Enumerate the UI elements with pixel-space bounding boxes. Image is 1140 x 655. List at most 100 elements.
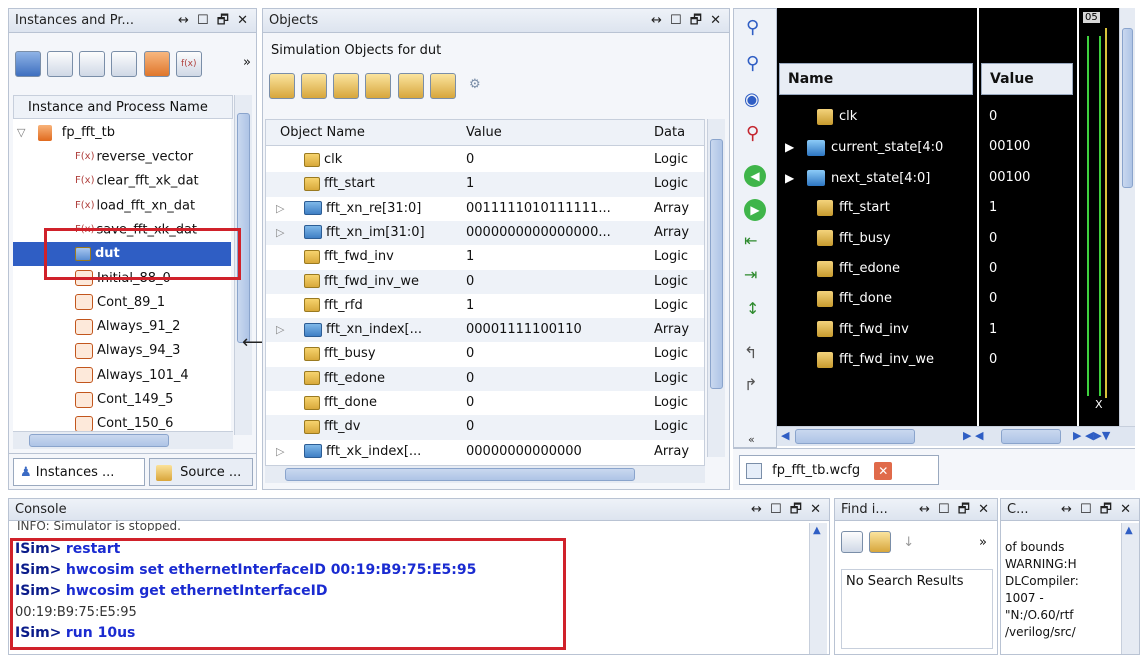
tree-item-7[interactable]: Always_91_2 [13,315,231,339]
tree-item-9[interactable]: Always_101_4 [13,364,231,388]
tree-root[interactable]: ▽ fp_fft_tb [13,121,231,145]
console-scroll-up-icon[interactable]: ▲ [813,525,821,536]
column-value[interactable]: Value [466,120,502,146]
go-to-time-zero-icon[interactable]: ◀ [744,165,766,187]
wave-canvas[interactable]: 05 X [1079,8,1119,426]
wave-signal-row[interactable]: fft_start [777,193,973,223]
tree-item-8[interactable]: Always_94_3 [13,339,231,363]
object-row[interactable]: fft_edone 0 Logic [266,366,704,391]
expand-icon[interactable]: ▷ [276,318,284,342]
objects-filter-icon-2[interactable] [301,73,328,99]
expand-icon[interactable]: ▷ [276,197,284,221]
wave-signal-row[interactable]: fft_fwd_inv_we [777,345,973,375]
objects-filter-icon-1[interactable] [269,73,295,99]
find-down-icon[interactable]: ↓ [903,535,914,550]
instances-toolbar-icon-6[interactable]: f(x) [175,51,202,77]
previous-marker-icon[interactable]: ↰ [744,343,757,362]
wave-name-header[interactable]: Name [779,63,973,95]
compile-scroll-up-icon[interactable]: ▲ [1125,525,1133,536]
object-row[interactable]: fft_done 0 Logic [266,391,704,415]
compile-window-controls[interactable]: ↔ ☐ 🗗 ✕ [1061,499,1133,521]
objects-filter-icon-4[interactable] [365,73,392,99]
objects-filter-icon-6[interactable] [429,73,456,99]
objects-filter-icon-3[interactable] [333,73,360,99]
next-transition-icon[interactable]: ⇥ [744,265,757,284]
wave-signal-row[interactable]: ▶ current_state[4:0 [777,132,973,162]
instances-hscroll[interactable] [13,431,233,449]
object-row[interactable]: ▷ fft_xn_im[31:0] 0000000000000000... Array [266,220,704,246]
toolbar-overflow-icon[interactable]: « [748,433,755,446]
zoom-fit-icon[interactable]: ◉ [744,89,760,110]
wcfg-tab[interactable]: fp_fft_tb.wcfg ✕ [739,455,939,485]
object-row[interactable]: clk 0 Logic [266,148,704,172]
object-row[interactable]: fft_rfd 1 Logic [266,294,704,318]
instances-toolbar-icon-3[interactable] [79,51,106,77]
console-vscroll[interactable]: ▲ [809,523,827,654]
zoom-out-icon[interactable]: ⚲ [746,53,759,74]
instances-toolbar-icon-4[interactable] [111,51,138,77]
zoom-in-icon[interactable]: ⚲ [746,17,759,38]
wave-hscroll[interactable]: ◀ ▶ ◀ ▶ ◀▶▼ [777,426,1135,446]
tree-item-10[interactable]: Cont_149_5 [13,388,231,412]
wave-hscroll-right-arrows[interactable]: ▶ ◀▶▼ [1073,427,1110,445]
object-row[interactable]: fft_fwd_inv_we 0 Logic [266,269,704,294]
objects-vscroll[interactable] [707,119,725,457]
waveform-yellow-cursor[interactable] [1105,28,1107,398]
object-row[interactable]: ▷ fft_xn_re[31:0] 0011111010111111... Array [266,197,704,221]
zoom-cursor-icon[interactable]: ⚲ [746,123,759,144]
wave-vscroll-thumb[interactable] [1122,28,1133,188]
expand-icon[interactable]: ▷ [276,221,284,245]
add-marker-icon[interactable]: ↕ [746,299,759,318]
object-row[interactable]: ▷ fft_xn_index[... 00001111100110 Array [266,318,704,343]
expand-icon[interactable]: ▷ [276,440,284,464]
instances-window-controls[interactable]: ↔ ☐ 🗗 ✕ [178,9,250,33]
column-data-type[interactable]: Data [654,120,685,146]
object-row[interactable]: ▷ fft_xk_index[... 00000000000000 Array [266,440,704,464]
object-row[interactable]: fft_dv 0 Logic [266,415,704,440]
tree-item-1[interactable]: F(x) clear_fft_xk_dat [13,169,231,193]
tab-source[interactable]: Source ... [149,458,253,486]
wave-hscroll-thumb-1[interactable] [795,429,915,444]
wave-signal-row[interactable]: clk [777,102,973,132]
objects-hscroll-thumb[interactable] [285,468,635,481]
wave-hscroll-left-arrows[interactable]: ◀ [781,427,789,445]
expand-arrow-icon[interactable]: ▶ [785,132,807,162]
instances-toolbar-icon-1[interactable] [15,51,41,77]
compile-vscroll[interactable]: ▲ [1121,523,1139,654]
expand-arrow-icon[interactable]: ▶ [785,163,807,193]
find-search-icon[interactable] [869,531,892,553]
tree-item-0[interactable]: F(x) reverse_vector [13,145,231,169]
console-window-controls[interactable]: ↔ ☐ 🗗 ✕ [751,499,823,521]
object-row[interactable]: fft_busy 0 Logic [266,342,704,366]
find-window-controls[interactable]: ↔ ☐ 🗗 ✕ [919,499,991,521]
instances-column-header[interactable]: Instance and Process Name [13,95,233,119]
objects-vscroll-thumb[interactable] [710,139,723,389]
wave-signal-row[interactable]: fft_busy [777,224,973,254]
go-to-last-time-icon[interactable]: ▶ [744,199,766,221]
wave-signal-row[interactable]: fft_edone [777,254,973,284]
wave-signal-row[interactable]: fft_done [777,284,973,314]
tree-item-2[interactable]: F(x) load_fft_xn_dat [13,194,231,218]
tree-item-6[interactable]: Cont_89_1 [13,291,231,315]
tab-instances[interactable]: ♟ Instances ... [13,458,145,486]
instances-toolbar-more[interactable]: » [243,55,251,70]
object-row[interactable]: fft_start 1 Logic [266,172,704,197]
next-marker-icon[interactable]: ↱ [744,375,757,394]
instances-toolbar-icon-5[interactable] [143,51,170,77]
objects-filter-icon-5[interactable] [397,73,424,99]
wave-vscroll[interactable] [1119,8,1135,426]
wave-hscroll-thumb-2[interactable] [1001,429,1061,444]
close-tab-icon[interactable]: ✕ [874,461,893,480]
instances-hscroll-thumb[interactable] [29,434,169,447]
wave-value-header[interactable]: Value [981,63,1073,95]
wave-signal-row[interactable]: ▶ next_state[4:0] [777,163,973,193]
wave-signal-row[interactable]: fft_fwd_inv [777,315,973,345]
find-more[interactable]: » [979,535,987,550]
column-object-name[interactable]: Object Name [280,120,365,146]
previous-transition-icon[interactable]: ⇤ [744,231,757,250]
object-row[interactable]: fft_fwd_inv 1 Logic [266,245,704,269]
objects-settings-icon[interactable]: ⚙ [462,73,488,99]
instances-toolbar-icon-2[interactable] [47,51,74,77]
objects-window-controls[interactable]: ↔ ☐ 🗗 ✕ [651,9,723,33]
find-filter-icon[interactable] [841,531,863,553]
